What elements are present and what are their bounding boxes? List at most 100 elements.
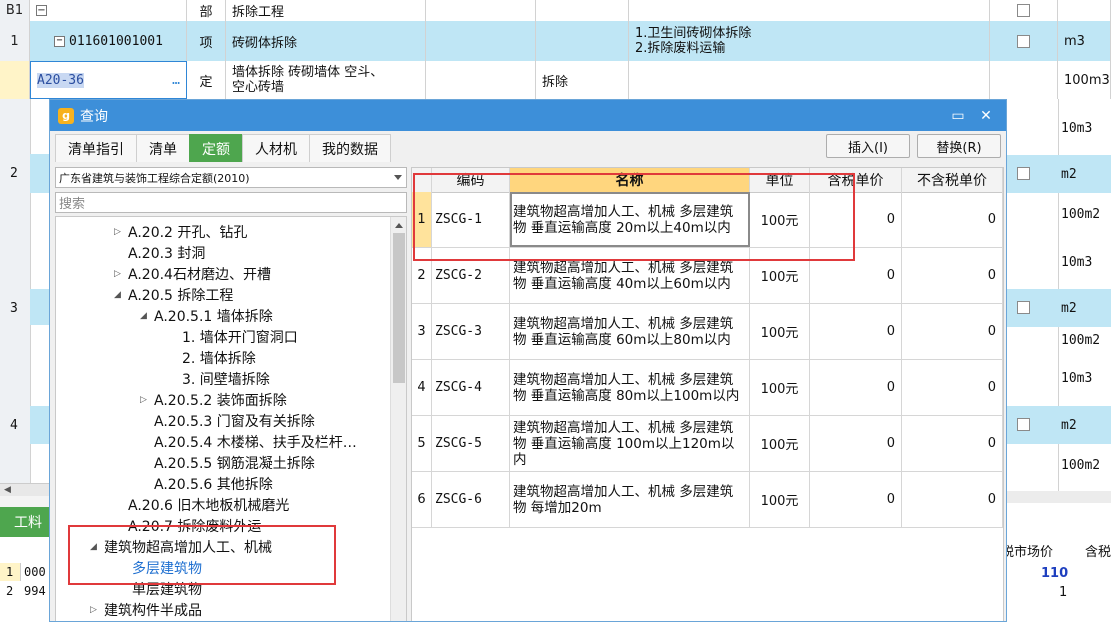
notax-price: 0 — [902, 248, 1003, 303]
quota-unit: 100元 — [750, 192, 810, 247]
chevron-down-icon[interactable] — [394, 175, 402, 180]
quota-name: 建筑物超高增加人工、机械 多层建筑物 垂直运输高度 20m以上40m以内 — [510, 192, 750, 247]
tree-item[interactable]: A.20.7 拆除废料外运 — [128, 515, 261, 536]
tree-item[interactable]: A.20.6 旧木地板机械磨光 — [128, 494, 289, 515]
tax-price: 0 — [810, 416, 902, 471]
notax-price: 0 — [902, 416, 1003, 471]
table-row[interactable]: 5 ZSCG-5 建筑物超高增加人工、机械 多层建筑物 垂直运输高度 100m以上1… — [412, 416, 1003, 472]
quota-library-select[interactable]: 广东省建筑与装饰工程综合定额(2010) — [55, 167, 407, 188]
tree-item[interactable]: 2. 墙体拆除 — [182, 347, 256, 368]
table-row[interactable]: 1 ZSCG-1 建筑物超高增加人工、机械 多层建筑物 垂直运输高度 20m以上40… — [412, 192, 1003, 248]
spec-cell: 拆除 — [536, 61, 629, 99]
replace-button[interactable]: 替换(R) — [917, 134, 1001, 158]
checkbox[interactable] — [1017, 301, 1030, 314]
maximize-icon[interactable]: ▭ — [948, 106, 968, 126]
name-cell: 墙体拆除 砖砌墙体 空斗、 空心砖墙 — [226, 61, 426, 99]
quota-name: 建筑物超高增加人工、机械 多层建筑物 垂直运输高度 100m以上120m以内 — [510, 416, 750, 471]
unit-cell: m2 — [1061, 301, 1077, 316]
quota-code: ZSCG-1 — [432, 192, 510, 247]
table-row[interactable]: 3 ZSCG-3 建筑物超高增加人工、机械 多层建筑物 垂直运输高度 60m以上80… — [412, 304, 1003, 360]
tree-item[interactable]: 1. 墙体开门窗洞口 — [182, 326, 298, 347]
tree-scrollbar[interactable] — [390, 217, 406, 621]
column-header-unit[interactable]: 单位 — [750, 168, 810, 192]
expand-icon[interactable]: ▷ — [114, 227, 128, 237]
grid-row-quota[interactable]: A20-36 … 定 墙体拆除 砖砌墙体 空斗、 空心砖墙 拆除 100m3 — [0, 61, 1111, 100]
row-index: 4 — [412, 360, 432, 415]
quota-name: 建筑物超高增加人工、机械 多层建筑物 垂直运输高度 40m以上60m以内 — [510, 248, 750, 303]
tree-item[interactable]: ◢ 建筑物超高增加人工、机械 — [90, 536, 272, 557]
tab-labor-material-machine[interactable]: 人材机 — [242, 134, 310, 162]
grid-row-b1[interactable]: B1 − 部 拆除工程 — [0, 0, 1111, 22]
minus-icon[interactable]: − — [36, 5, 47, 16]
expand-icon[interactable]: ▷ — [90, 605, 104, 615]
grid-row-1[interactable]: 1 −011601001001 项 砖砌体拆除 1.卫生间砖砌体拆除 2.拆除废… — [0, 21, 1111, 62]
tab-bill[interactable]: 清单 — [136, 134, 190, 162]
tree-item[interactable]: A.20.5.3 门窗及有关拆除 — [154, 410, 315, 431]
column-header-name[interactable]: 名称 — [510, 168, 750, 192]
row-index: 1 — [412, 192, 432, 247]
tab-quota[interactable]: 定额 — [189, 134, 243, 162]
column-header: 税市场价 — [1001, 545, 1054, 560]
material-code: 994 — [24, 584, 46, 598]
table-row[interactable]: 6 ZSCG-6 建筑物超高增加人工、机械 多层建筑物 每增加20m 100元 0 0 — [412, 472, 1003, 528]
market-price: 110 — [1041, 566, 1069, 581]
tab-my-data[interactable]: 我的数据 — [309, 134, 391, 162]
checkbox[interactable] — [1017, 167, 1030, 180]
bottom-tab-materials[interactable]: 工料 — [0, 507, 49, 537]
tree-item[interactable]: ▷ A.20.2 开孔、钻孔 — [114, 221, 247, 242]
quota-name: 建筑物超高增加人工、机械 多层建筑物 每增加20m — [510, 472, 750, 527]
checkbox[interactable] — [1017, 4, 1030, 17]
column-header-code[interactable]: 编码 — [432, 168, 510, 192]
more-button[interactable]: … — [172, 73, 180, 88]
tree-item[interactable]: A.20.3 封洞 — [128, 242, 205, 263]
scroll-thumb[interactable] — [393, 233, 405, 383]
close-icon[interactable]: ✕ — [976, 106, 996, 126]
collapse-icon[interactable]: ◢ — [114, 290, 128, 300]
quota-unit: 100元 — [750, 304, 810, 359]
scroll-up-icon[interactable] — [395, 223, 403, 228]
column-header-tax-price[interactable]: 含税单价 — [810, 168, 902, 192]
expand-icon[interactable]: ▷ — [114, 269, 128, 279]
dialog-titlebar[interactable]: g 查询 ▭ ✕ — [50, 100, 1006, 131]
row-index: 5 — [412, 416, 432, 471]
quota-unit: 100元 — [750, 472, 810, 527]
minus-icon[interactable]: − — [54, 35, 65, 47]
collapse-icon[interactable]: ◢ — [90, 542, 104, 552]
item-code: 011601001001 — [69, 33, 163, 49]
tab-bill-guide[interactable]: 清单指引 — [55, 134, 137, 162]
collapse-icon[interactable]: ◢ — [140, 311, 154, 321]
quota-name: 建筑物超高增加人工、机械 多层建筑物 垂直运输高度 60m以上80m以内 — [510, 304, 750, 359]
tree-item[interactable]: 3. 间壁墙拆除 — [182, 368, 270, 389]
insert-button[interactable]: 插入(I) — [826, 134, 910, 158]
app-logo-icon: g — [58, 107, 74, 124]
tree-item[interactable]: A.20.5.5 钢筋混凝土拆除 — [154, 452, 315, 473]
unit-cell: 100m2 — [1061, 333, 1101, 348]
tree-item[interactable]: 单层建筑物 — [132, 578, 202, 599]
unit-cell: 100m2 — [1061, 207, 1101, 222]
tree-item[interactable]: A.20.5.6 其他拆除 — [154, 473, 273, 494]
table-row[interactable]: 2 ZSCG-2 建筑物超高增加人工、机械 多层建筑物 垂直运输高度 40m以上60… — [412, 248, 1003, 304]
tree-item-selected[interactable]: 多层建筑物 — [132, 557, 202, 578]
horizontal-scrollbar[interactable]: ◀ — [0, 483, 49, 497]
tree-item[interactable]: ◢ A.20.5 拆除工程 — [114, 284, 233, 305]
table-row[interactable]: 4 ZSCG-4 建筑物超高增加人工、机械 多层建筑物 垂直运输高度 80m以上10… — [412, 360, 1003, 416]
search-input[interactable]: 搜索 — [55, 192, 407, 213]
tax-price: 0 — [810, 192, 902, 247]
tree-item[interactable]: ▷ A.20.5.2 装饰面拆除 — [140, 389, 287, 410]
tree-item[interactable]: ◢ A.20.5.1 墙体拆除 — [140, 305, 273, 326]
quota-code: ZSCG-6 — [432, 472, 510, 527]
tree-item[interactable]: A.20.5.4 木楼梯、扶手及栏杆… — [154, 431, 357, 452]
collapse-toggle[interactable]: − — [30, 0, 187, 21]
expand-icon[interactable]: ▷ — [140, 395, 154, 405]
column-header: 含税 — [1085, 545, 1111, 560]
checkbox[interactable] — [1017, 34, 1030, 48]
tree-item[interactable]: ▷ 建筑构件半成品 — [90, 599, 202, 620]
row-number: B1 — [0, 0, 30, 21]
tree-item[interactable]: ▷ A.20.4石材磨边、开槽 — [114, 263, 271, 284]
column-header-notax-price[interactable]: 不含税单价 — [902, 168, 1003, 192]
quota-table: 编码 名称 单位 含税单价 不含税单价 1 ZSCG-1 建筑物超高增加人工、机械 … — [411, 167, 1004, 621]
row-index: 2 — [412, 248, 432, 303]
notax-price: 0 — [902, 472, 1003, 527]
quota-code-input[interactable]: A20-36 … — [30, 61, 187, 99]
checkbox[interactable] — [1017, 418, 1030, 431]
